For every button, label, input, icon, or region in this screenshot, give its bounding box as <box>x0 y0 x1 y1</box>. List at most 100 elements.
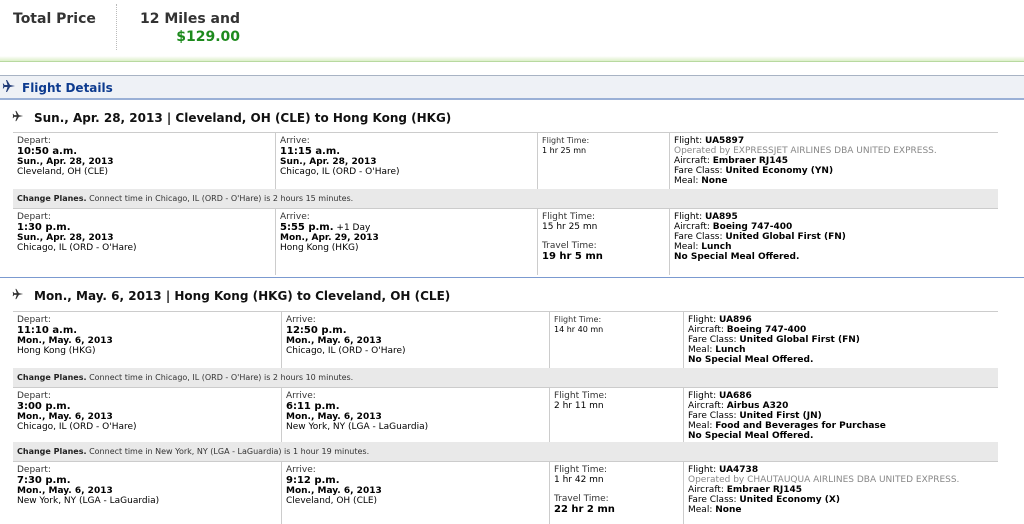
meal-value: Lunch <box>701 242 732 252</box>
arrive-time: 9:12 p.m. <box>286 475 340 486</box>
connect-time-text: Connect time in New York, NY (LGA - LaGu… <box>89 447 370 456</box>
flight-time-label: Flight Time: <box>542 212 596 222</box>
arrive-label: Arrive: <box>280 136 310 146</box>
depart-cell: Depart: 3:00 p.m. Mon., May. 6, 2013 Chi… <box>13 388 282 442</box>
flight-label: Flight: <box>688 465 717 475</box>
flight-details-header[interactable]: Flight Details <box>0 75 1024 100</box>
meal-value: Lunch <box>715 345 746 355</box>
flight-time-value: 2 hr 11 mn <box>554 401 604 411</box>
connect-time-text: Connect time in Chicago, IL (ORD - O'Har… <box>89 373 354 382</box>
flight-number[interactable]: UA895 <box>705 212 738 222</box>
depart-label: Depart: <box>17 136 51 146</box>
flight-segment: Depart: 10:50 a.m. Sun., Apr. 28, 2013 C… <box>13 132 998 189</box>
arrive-cell: Arrive: 5:55 p.m. +1 Day Mon., Apr. 29, … <box>276 209 538 275</box>
plane-icon <box>12 288 26 303</box>
fare-class-value: United Global First (FN) <box>725 232 846 242</box>
flight-info-cell: Flight: UA895 Aircraft: Boeing 747-400 F… <box>670 209 998 275</box>
flight-label: Flight: <box>688 391 717 401</box>
flight-number[interactable]: UA5897 <box>705 136 744 146</box>
depart-time: 10:50 a.m. <box>17 146 78 157</box>
change-planes-row: Change Planes. Connect time in New York,… <box>13 442 998 461</box>
travel-time-label: Travel Time: <box>542 241 597 251</box>
meal-label: Meal: <box>674 242 699 252</box>
depart-date: Mon., May. 6, 2013 <box>17 486 113 496</box>
flight-info-cell: Flight: UA5897 Operated by EXPRESSJET AI… <box>670 133 998 189</box>
arrive-label: Arrive: <box>286 465 316 475</box>
depart-place: New York, NY (LGA - LaGuardia) <box>17 496 160 506</box>
change-planes-label: Change Planes. <box>17 373 87 382</box>
flight-segment: Depart: 1:30 p.m. Sun., Apr. 28, 2013 Ch… <box>13 208 998 275</box>
arrive-date: Mon., May. 6, 2013 <box>286 412 382 422</box>
depart-date: Mon., May. 6, 2013 <box>17 412 113 422</box>
aircraft-label: Aircraft: <box>674 156 710 166</box>
price-divider <box>116 4 117 50</box>
aircraft-value: Boeing 747-400 <box>726 325 807 335</box>
fare-class-label: Fare Class: <box>688 335 737 345</box>
arrive-time: 12:50 p.m. <box>286 325 347 336</box>
operated-by: Operated by EXPRESSJET AIRLINES DBA UNIT… <box>674 146 937 156</box>
flight-number[interactable]: UA686 <box>719 391 752 401</box>
flight-info-cell: Flight: UA686 Aircraft: Airbus A320 Fare… <box>684 388 998 442</box>
flight-time-cell: Flight Time: 14 hr 40 mn <box>550 312 684 368</box>
flight-info-cell: Flight: UA4738 Operated by CHAUTAUQUA AI… <box>684 462 998 524</box>
flight-time-value: 1 hr 25 mn <box>542 146 587 155</box>
trip-separator <box>0 277 1024 278</box>
arrive-place: Cleveland, OH (CLE) <box>286 496 378 506</box>
flight-time-value: 15 hr 25 mn <box>542 222 598 232</box>
depart-time: 3:00 p.m. <box>17 401 71 412</box>
depart-label: Depart: <box>17 465 51 475</box>
depart-label: Depart: <box>17 391 51 401</box>
change-planes-row: Change Planes. Connect time in Chicago, … <box>13 189 998 208</box>
arrive-place: New York, NY (LGA - LaGuardia) <box>286 422 429 432</box>
flight-time-label: Flight Time: <box>554 391 608 401</box>
price-summary: Total Price 12 Miles and $129.00 <box>0 0 1024 62</box>
flight-segment: Depart: 11:10 a.m. Mon., May. 6, 2013 Ho… <box>13 311 998 368</box>
fare-class-label: Fare Class: <box>674 166 723 176</box>
meal-label: Meal: <box>688 421 713 431</box>
arrive-label: Arrive: <box>286 391 316 401</box>
fare-class-label: Fare Class: <box>674 232 723 242</box>
fare-class-value: United First (JN) <box>739 411 822 421</box>
arrive-time: 11:15 a.m. <box>280 146 341 157</box>
change-planes-label: Change Planes. <box>17 447 87 456</box>
travel-time-label: Travel Time: <box>554 494 609 504</box>
depart-cell: Depart: 1:30 p.m. Sun., Apr. 28, 2013 Ch… <box>13 209 276 275</box>
travel-time-value: 19 hr 5 mn <box>542 251 603 262</box>
arrive-date: Mon., May. 6, 2013 <box>286 486 382 496</box>
meal-value: Food and Beverages for Purchase <box>715 421 886 431</box>
meal-label: Meal: <box>674 176 699 186</box>
price-box-shadow <box>0 56 1024 62</box>
aircraft-value: Embraer RJ145 <box>712 156 789 166</box>
connect-time-text: Connect time in Chicago, IL (ORD - O'Har… <box>89 194 354 203</box>
aircraft-label: Aircraft: <box>688 325 724 335</box>
flight-label: Flight: <box>674 136 703 146</box>
flight-details-title: Flight Details <box>22 81 113 95</box>
flight-time-label: Flight Time: <box>542 136 590 145</box>
aircraft-value: Boeing 747-400 <box>712 222 793 232</box>
flight-time-cell: Flight Time: 2 hr 11 mn <box>550 388 684 442</box>
arrive-date: Mon., May. 6, 2013 <box>286 336 382 346</box>
arrive-cell: Arrive: 9:12 p.m. Mon., May. 6, 2013 Cle… <box>282 462 550 524</box>
depart-cell: Depart: 10:50 a.m. Sun., Apr. 28, 2013 C… <box>13 133 276 189</box>
meal-value: None <box>701 176 728 186</box>
depart-place: Chicago, IL (ORD - O'Hare) <box>17 243 137 253</box>
arrive-place: Hong Kong (HKG) <box>280 243 359 253</box>
flight-number[interactable]: UA896 <box>719 315 752 325</box>
fare-class-label: Fare Class: <box>688 411 737 421</box>
arrive-time: 6:11 p.m. <box>286 401 340 412</box>
flight-label: Flight: <box>688 315 717 325</box>
flight-label: Flight: <box>674 212 703 222</box>
depart-label: Depart: <box>17 315 51 325</box>
fare-class-label: Fare Class: <box>688 495 737 505</box>
plane-icon <box>2 79 16 93</box>
depart-cell: Depart: 11:10 a.m. Mon., May. 6, 2013 Ho… <box>13 312 282 368</box>
arrive-cell: Arrive: 12:50 p.m. Mon., May. 6, 2013 Ch… <box>282 312 550 368</box>
flight-segment: Depart: 7:30 p.m. Mon., May. 6, 2013 New… <box>13 461 998 524</box>
meal-note: No Special Meal Offered. <box>674 252 800 262</box>
fare-class-value: United Global First (FN) <box>739 335 860 345</box>
flight-time-label: Flight Time: <box>554 315 602 324</box>
arrive-time: 5:55 p.m. <box>280 222 334 233</box>
depart-place: Cleveland, OH (CLE) <box>17 167 109 177</box>
flight-number[interactable]: UA4738 <box>719 465 758 475</box>
trip-header: Sun., Apr. 28, 2013 | Cleveland, OH (CLE… <box>12 110 451 126</box>
